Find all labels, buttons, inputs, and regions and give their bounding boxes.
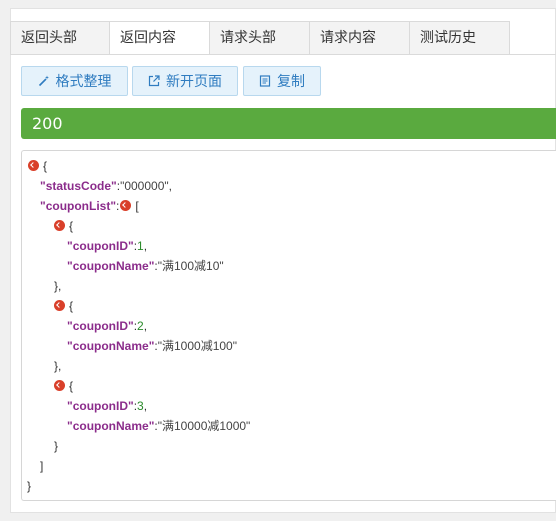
json-object-open: { bbox=[54, 216, 73, 236]
json-root-close: } bbox=[27, 479, 32, 493]
json-key: "couponName" bbox=[67, 339, 155, 353]
json-object-close: }, bbox=[54, 359, 62, 373]
format-button-label: 格式整理 bbox=[55, 74, 112, 90]
tab-request-body[interactable]: 请求内容 bbox=[310, 21, 410, 55]
json-object-open: { bbox=[54, 376, 73, 396]
tab-response-body[interactable]: 返回内容 bbox=[110, 21, 210, 55]
json-string: "满10000减1000" bbox=[157, 419, 251, 433]
json-line-couponlist: "couponList":[ bbox=[40, 199, 139, 213]
json-number: 1 bbox=[137, 239, 144, 253]
json-line-couponid: "couponID":2, bbox=[67, 319, 148, 333]
json-string: "满1000减100" bbox=[157, 339, 237, 353]
magic-wand-icon bbox=[38, 75, 50, 87]
tab-request-headers[interactable]: 请求头部 bbox=[210, 21, 310, 55]
json-string: "000000" bbox=[120, 179, 169, 193]
json-line-statuscode: "statusCode":"000000", bbox=[40, 179, 172, 193]
copy-button[interactable]: 复制 bbox=[243, 66, 321, 96]
tab-underline bbox=[10, 54, 556, 55]
json-key: "couponName" bbox=[67, 259, 155, 273]
json-viewer: { "statusCode":"000000", "couponList":[ … bbox=[21, 150, 556, 501]
json-number: 3 bbox=[137, 399, 144, 413]
json-object-close: } bbox=[54, 439, 59, 453]
collapse-toggle-icon[interactable] bbox=[54, 380, 65, 391]
collapse-toggle-icon[interactable] bbox=[120, 200, 132, 211]
json-object-open: { bbox=[54, 296, 73, 316]
json-key: "couponID" bbox=[67, 319, 134, 333]
json-line-couponname: "couponName":"满100减10" bbox=[67, 259, 224, 273]
json-array-close: ] bbox=[40, 459, 44, 473]
new-page-button-label: 新开页面 bbox=[166, 74, 222, 90]
format-button[interactable]: 格式整理 bbox=[21, 66, 128, 96]
left-gap bbox=[0, 0, 10, 521]
collapse-toggle-icon[interactable] bbox=[28, 160, 39, 171]
collapse-toggle-icon[interactable] bbox=[54, 220, 65, 231]
new-page-button[interactable]: 新开页面 bbox=[132, 66, 238, 96]
json-root-open: { bbox=[28, 156, 47, 176]
json-line-couponid: "couponID":1, bbox=[67, 239, 148, 253]
json-key: "couponList" bbox=[40, 199, 117, 213]
json-number: 2 bbox=[137, 319, 144, 333]
json-line-couponname: "couponName":"满1000减100" bbox=[67, 339, 237, 353]
tab-response-headers[interactable]: 返回头部 bbox=[10, 21, 110, 55]
collapse-toggle-icon[interactable] bbox=[54, 300, 65, 311]
json-key: "couponName" bbox=[67, 419, 155, 433]
status-code: 200 bbox=[32, 114, 63, 133]
json-key: "couponID" bbox=[67, 239, 134, 253]
bottom-gap bbox=[0, 513, 556, 521]
json-line-couponname: "couponName":"满10000减1000" bbox=[67, 419, 251, 433]
json-object-close: }, bbox=[54, 279, 62, 293]
json-key: "statusCode" bbox=[40, 179, 117, 193]
status-code-bar: 200 bbox=[21, 108, 556, 139]
json-key: "couponID" bbox=[67, 399, 134, 413]
copy-button-label: 复制 bbox=[277, 74, 305, 90]
copy-icon bbox=[259, 75, 271, 87]
json-string: "满100减10" bbox=[157, 259, 224, 273]
external-link-icon bbox=[148, 75, 160, 87]
tab-test-history[interactable]: 测试历史 bbox=[410, 21, 510, 55]
json-line-couponid: "couponID":3, bbox=[67, 399, 148, 413]
tab-bar: 返回头部 返回内容 请求头部 请求内容 测试历史 bbox=[10, 21, 510, 55]
